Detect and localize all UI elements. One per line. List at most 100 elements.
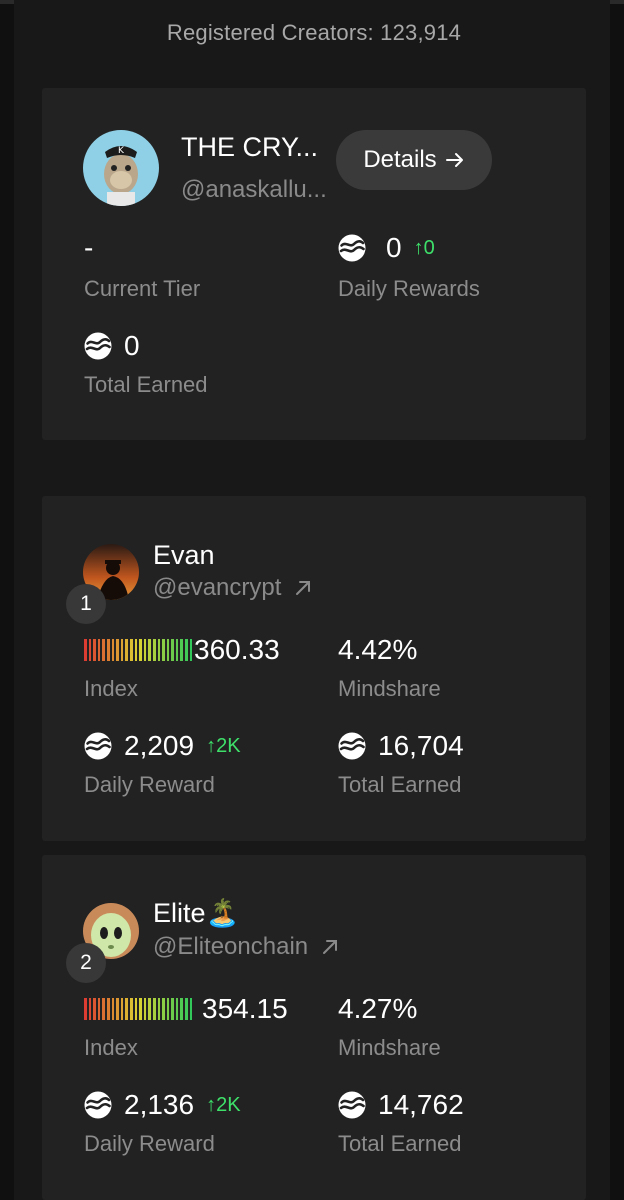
details-button[interactable]: Details	[336, 130, 492, 190]
index-bar-segment	[189, 998, 193, 1020]
index-bar-segment	[139, 639, 142, 661]
token-icon	[84, 332, 112, 360]
mindshare-label: Mindshare	[338, 1035, 441, 1060]
daily-reward-row: 2,209 ↑2K	[84, 730, 241, 762]
token-icon	[84, 732, 112, 760]
index-bar-segment	[93, 639, 96, 661]
total-earned-label: Total Earned	[84, 372, 208, 397]
leaderboard-card[interactable]: 1 Evan @evancrypt 360.33 Index 4.42% Min…	[42, 496, 586, 841]
index-bar-segment	[97, 639, 101, 661]
index-bar-segment	[106, 639, 110, 661]
index-bar-segment	[152, 639, 156, 661]
index-bar-segment	[111, 998, 115, 1020]
ape-avatar-icon: K	[83, 130, 159, 206]
index-bar-segment	[120, 998, 124, 1020]
index-label: Index	[84, 1035, 138, 1060]
creator-handle-link[interactable]: @evancrypt	[153, 574, 313, 602]
total-earned-row: 14,762	[338, 1089, 464, 1121]
index-bar-segment	[134, 998, 138, 1020]
daily-reward-delta: ↑2K	[206, 1093, 241, 1116]
index-value: 354.15	[202, 993, 288, 1024]
external-link-icon	[323, 940, 338, 954]
index-bar-segment	[175, 998, 179, 1020]
daily-reward-delta: ↑2K	[206, 734, 241, 757]
index-bar-segment	[116, 639, 119, 661]
index-bar-segment	[93, 998, 96, 1020]
my-creator-card: K THE CRY... @anaskallu... Details - Cur…	[42, 88, 586, 440]
creator-name: Evan	[153, 540, 215, 570]
daily-reward-label: Daily Reward	[84, 1131, 215, 1156]
daily-rewards-delta: ↑0	[413, 236, 435, 259]
index-bar-segment	[162, 639, 165, 661]
token-icon	[84, 1091, 112, 1119]
index-bar-segment	[175, 639, 179, 661]
daily-rewards-label: Daily Rewards	[338, 276, 480, 301]
creator-name: THE CRY...	[181, 132, 319, 162]
creator-name: Elite🏝️	[153, 898, 240, 928]
index-bar-segment	[185, 998, 188, 1020]
token-icon	[338, 1091, 366, 1119]
daily-reward-value: 2,209	[124, 730, 195, 761]
index-bar-segment	[111, 639, 115, 661]
creator-handle: @anaskallu...	[181, 176, 327, 203]
mindshare-value: 4.42%	[338, 634, 418, 665]
index-bar-segment	[129, 639, 133, 661]
daily-rewards-value: 0	[386, 232, 402, 263]
index-bar-meter	[84, 998, 193, 1020]
daily-rewards-row: 0 ↑0	[338, 232, 435, 264]
index-bar-segment	[134, 639, 138, 661]
index-bar-segment	[157, 639, 161, 661]
index-label: Index	[84, 676, 138, 701]
daily-reward-row: 2,136 ↑2K	[84, 1089, 241, 1121]
index-bar-segment	[84, 998, 87, 1020]
rank-badge: 2	[66, 943, 106, 983]
mindshare-label: Mindshare	[338, 676, 441, 701]
index-bar-segment	[88, 998, 92, 1020]
index-bar-segment	[139, 998, 142, 1020]
index-bar-segment	[148, 639, 151, 661]
index-bar-segment	[97, 998, 101, 1020]
index-bar-segment	[148, 998, 151, 1020]
index-bar-segment	[185, 639, 188, 661]
index-bar-segment	[166, 639, 170, 661]
total-earned-row: 16,704	[338, 730, 464, 762]
leaderboard-card[interactable]: 2 Elite🏝️ @Eliteonchain 354.15 Index 4.2…	[42, 855, 586, 1200]
current-tier-label: Current Tier	[84, 276, 201, 301]
index-bar-segment	[102, 998, 105, 1020]
arrow-right-icon	[445, 153, 463, 167]
index-bar-segment	[120, 639, 124, 661]
registered-creators-count: Registered Creators: 123,914	[166, 20, 462, 45]
total-earned-row: 0	[84, 330, 140, 362]
index-bar-segment	[84, 639, 87, 661]
index-bar-meter	[84, 639, 193, 661]
index-bar-segment	[157, 998, 161, 1020]
index-bar-segment	[152, 998, 156, 1020]
creator-handle-link[interactable]: @Eliteonchain	[153, 933, 340, 961]
index-bar-segment	[171, 998, 174, 1020]
index-bar-segment	[88, 639, 92, 661]
avatar[interactable]: K	[83, 130, 159, 206]
total-earned-value: 16,704	[378, 730, 464, 761]
rank-badge: 1	[66, 584, 106, 624]
token-icon	[338, 732, 366, 760]
daily-reward-label: Daily Reward	[84, 772, 215, 797]
index-bar-segment	[180, 639, 184, 661]
details-label: Details	[363, 146, 437, 173]
daily-reward-value: 2,136	[124, 1089, 195, 1120]
index-bar-segment	[166, 998, 170, 1020]
total-earned-label: Total Earned	[338, 772, 462, 797]
index-bar-segment	[180, 998, 184, 1020]
index-bar-segment	[116, 998, 119, 1020]
index-bar-segment	[143, 639, 147, 661]
index-bar-segment	[129, 998, 133, 1020]
index-bar-segment	[125, 998, 128, 1020]
external-link-icon	[296, 581, 311, 595]
index-bar-segment	[125, 639, 128, 661]
index-bar-segment	[143, 998, 147, 1020]
index-bar-segment	[171, 639, 174, 661]
index-bar-segment	[102, 639, 105, 661]
creator-handle: @evancrypt	[153, 574, 282, 601]
index-bar-segment	[162, 998, 165, 1020]
total-earned-label: Total Earned	[338, 1131, 462, 1156]
total-earned-value: 0	[124, 330, 140, 361]
